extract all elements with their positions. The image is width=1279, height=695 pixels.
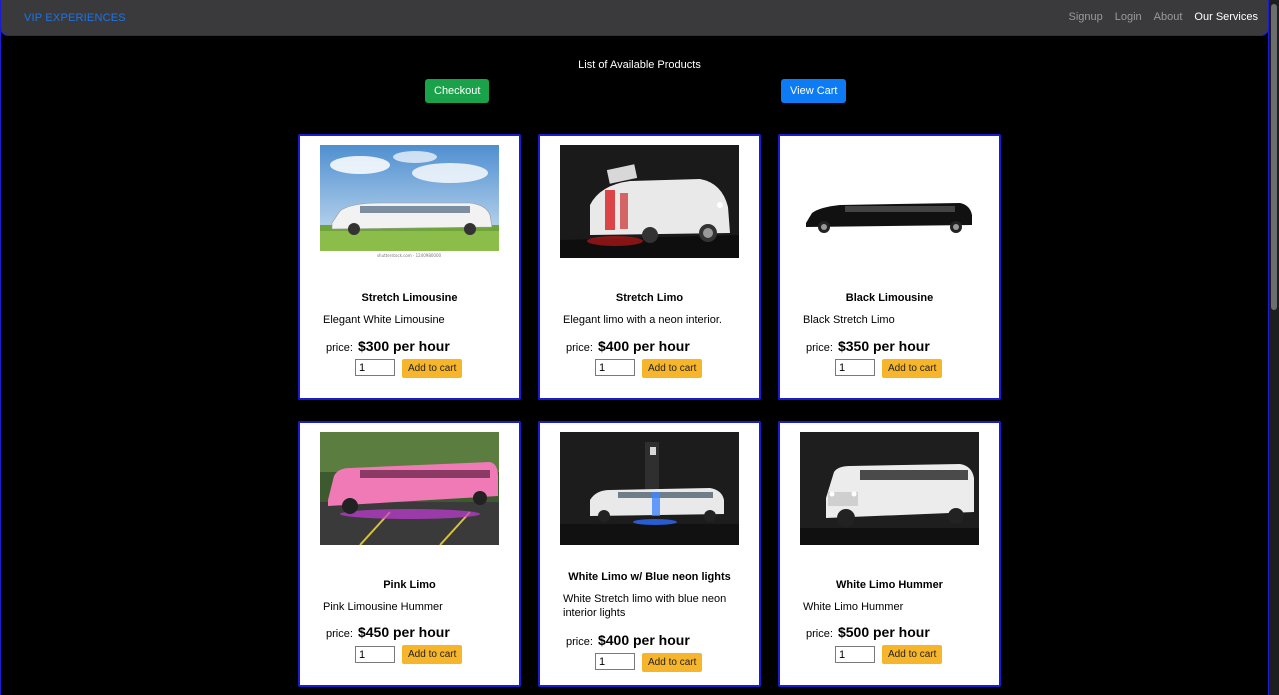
nav-about[interactable]: About bbox=[1154, 11, 1183, 23]
product-price: price: $400 per hour bbox=[566, 632, 690, 648]
product-card: Stretch Limo Elegant limo with a neon in… bbox=[538, 134, 761, 400]
add-to-cart-button[interactable]: Add to cart bbox=[402, 359, 463, 378]
price-value: $500 per hour bbox=[837, 624, 930, 640]
product-image bbox=[800, 145, 979, 258]
quantity-input[interactable] bbox=[835, 359, 875, 376]
product-image bbox=[560, 145, 739, 258]
price-label: price: bbox=[326, 628, 353, 640]
product-title: Stretch Limo bbox=[615, 292, 684, 304]
quantity-input[interactable] bbox=[595, 653, 635, 670]
price-value: $450 per hour bbox=[357, 624, 450, 640]
product-description: Black Stretch Limo bbox=[803, 314, 895, 326]
scrollbar[interactable] bbox=[1269, 0, 1279, 695]
product-image bbox=[560, 432, 739, 545]
add-to-cart-button[interactable]: Add to cart bbox=[882, 645, 943, 664]
price-label: price: bbox=[326, 342, 353, 354]
product-title: White Limo w/ Blue neon lights bbox=[568, 571, 731, 583]
product-description: Elegant White Limousine bbox=[323, 314, 445, 326]
scrollbar-thumb[interactable] bbox=[1271, 4, 1277, 310]
price-label: price: bbox=[806, 628, 833, 640]
frame-border-left bbox=[0, 30, 1, 695]
price-value: $400 per hour bbox=[597, 338, 690, 354]
navbar: VIP EXPERIENCES Signup Login About Our S… bbox=[0, 0, 1269, 36]
product-price: price: $400 per hour bbox=[566, 338, 690, 354]
product-title: Pink Limo bbox=[383, 579, 436, 591]
nav-our-services[interactable]: Our Services bbox=[1194, 11, 1258, 23]
add-to-cart-button[interactable]: Add to cart bbox=[642, 653, 703, 672]
price-label: price: bbox=[806, 342, 833, 354]
image-watermark: shutterstock.com · 1240980000 bbox=[377, 253, 442, 258]
product-card: Pink Limo Pink Limousine Hummer price: $… bbox=[298, 421, 521, 687]
price-label: price: bbox=[566, 342, 593, 354]
add-to-cart-button[interactable]: Add to cart bbox=[642, 359, 703, 378]
add-to-cart-button[interactable]: Add to cart bbox=[402, 645, 463, 664]
quantity-input[interactable] bbox=[355, 359, 395, 376]
product-price: price: $300 per hour bbox=[326, 338, 450, 354]
price-label: price: bbox=[566, 636, 593, 648]
nav-links: Signup Login About Our Services bbox=[1056, 11, 1258, 23]
price-value: $300 per hour bbox=[357, 338, 450, 354]
price-value: $350 per hour bbox=[837, 338, 930, 354]
brand-link[interactable]: VIP EXPERIENCES bbox=[24, 12, 126, 24]
product-image: shutterstock.com · 1240980000 bbox=[320, 145, 499, 258]
add-to-cart-button[interactable]: Add to cart bbox=[882, 359, 943, 378]
product-price: price: $450 per hour bbox=[326, 624, 450, 640]
quantity-input[interactable] bbox=[835, 646, 875, 663]
quantity-input[interactable] bbox=[355, 646, 395, 663]
product-title: White Limo Hummer bbox=[836, 579, 943, 591]
product-title: Black Limousine bbox=[845, 292, 934, 304]
page-title: List of Available Products bbox=[578, 59, 701, 71]
product-card: shutterstock.com · 1240980000 Stretch Li… bbox=[298, 134, 521, 400]
product-card: White Limo w/ Blue neon lights White Str… bbox=[538, 421, 761, 687]
product-price: price: $350 per hour bbox=[806, 338, 930, 354]
product-image bbox=[320, 432, 499, 545]
checkout-button[interactable]: Checkout bbox=[425, 79, 490, 103]
product-card: White Limo Hummer White Limo Hummer pric… bbox=[778, 421, 1001, 687]
price-value: $400 per hour bbox=[597, 632, 690, 648]
product-description: White Stretch limo with blue neon interi… bbox=[563, 593, 727, 619]
quantity-input[interactable] bbox=[595, 359, 635, 376]
nav-login[interactable]: Login bbox=[1115, 11, 1142, 23]
product-card: Black Limousine Black Stretch Limo price… bbox=[778, 134, 1001, 400]
product-price: price: $500 per hour bbox=[806, 624, 930, 640]
product-description: White Limo Hummer bbox=[803, 601, 904, 613]
product-image bbox=[800, 432, 979, 545]
nav-signup[interactable]: Signup bbox=[1068, 11, 1102, 23]
product-description: Elegant limo with a neon interior. bbox=[563, 314, 722, 326]
product-title: Stretch Limousine bbox=[361, 292, 458, 304]
view-cart-button[interactable]: View Cart bbox=[781, 79, 847, 103]
product-description: Pink Limousine Hummer bbox=[323, 601, 443, 613]
